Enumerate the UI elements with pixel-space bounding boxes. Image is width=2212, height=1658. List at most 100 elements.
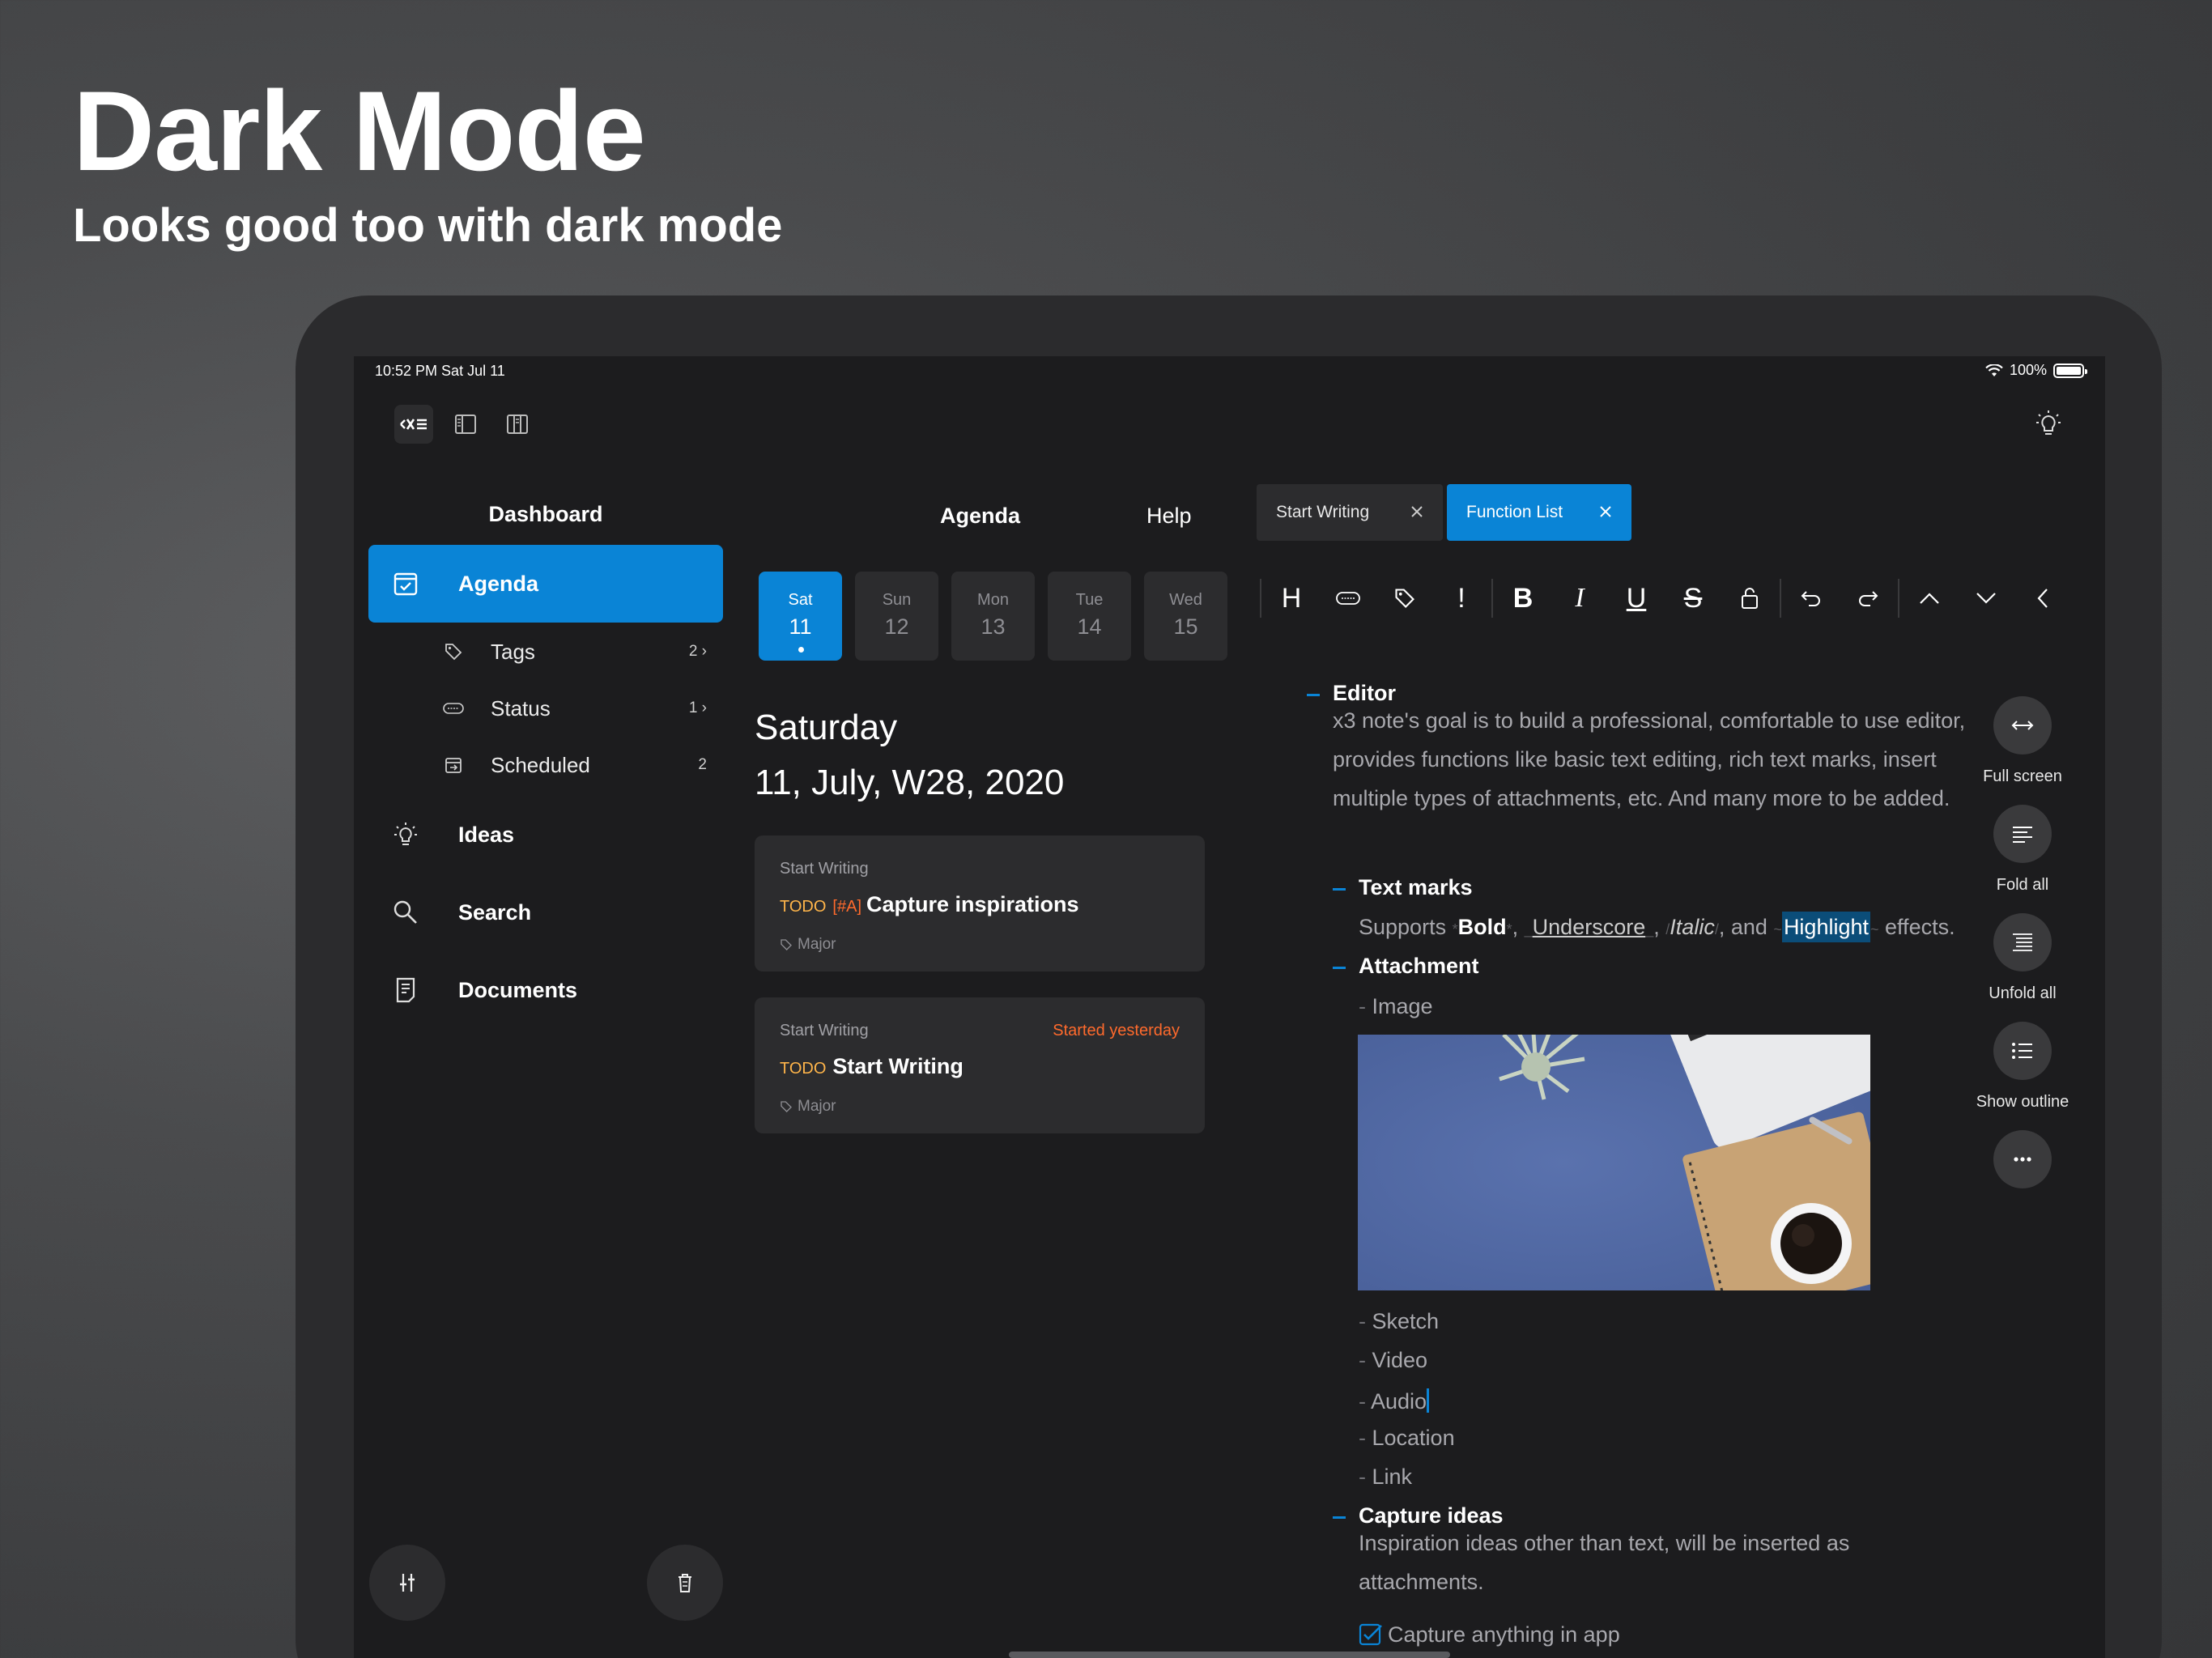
priority-icon[interactable]: ! [1433,570,1490,627]
tm-highlight: Highlight [1781,912,1870,942]
sidebar-subitem-count: 1 › [688,699,707,716]
underline-icon[interactable]: U [1608,570,1665,627]
attachment-label: Video [1372,1348,1428,1372]
sidebar-subitem-label: Scheduled [491,752,590,777]
heading-attachment[interactable]: Attachment [1359,955,1479,977]
checklist-item[interactable]: Capture anything in app [1359,1622,1620,1647]
outline-marker[interactable] [1333,888,1346,891]
more-button[interactable] [1974,1130,2071,1188]
sidebar-subitem-scheduled[interactable]: Scheduled 2 [368,741,723,789]
day-sat[interactable]: Sat 11 [759,572,842,661]
split-layout-icon[interactable] [498,405,537,444]
card-tag: Major [780,1098,836,1116]
trash-button[interactable] [647,1545,723,1621]
bold-icon[interactable]: B [1495,570,1551,627]
move-down-icon[interactable] [1958,570,2014,627]
capture-paragraph[interactable]: Inspiration ideas other than text, will … [1359,1524,1925,1601]
text-marks-line[interactable]: Supports *Bold*, _Underscore_, /Italic/,… [1359,912,1955,942]
redo-icon[interactable] [1840,570,1896,627]
day-name: Tue [1075,591,1104,609]
day-wed[interactable]: Wed 15 [1144,572,1227,661]
sidebar-layout-icon[interactable] [446,405,485,444]
sidebar-subitem-tags[interactable]: Tags 2 › [368,627,723,676]
attachment-item[interactable]: - Image [1359,996,1433,1018]
card-title: TODO Start Writing [780,1054,963,1079]
search-icon [389,896,422,929]
bold-glyph: B [1512,582,1534,614]
agenda-card[interactable]: Start Writing Started yesterday TODO Star… [755,997,1205,1133]
close-icon[interactable] [1407,502,1427,521]
italic-icon[interactable]: I [1551,570,1608,627]
attachment-item[interactable]: - Audio [1359,1388,1430,1413]
mark-delimiter: * [1506,921,1512,937]
close-icon[interactable] [1596,502,1615,521]
tm-comma: , [1512,915,1519,939]
attached-image[interactable] [1358,1035,1870,1290]
settings-button[interactable] [369,1545,445,1621]
sidebar-subitem-count: 2 › [688,643,707,660]
day-mon[interactable]: Mon 13 [951,572,1035,661]
attachment-item[interactable]: - Video [1359,1350,1427,1371]
collapse-icon[interactable] [2014,570,2071,627]
list-bullet: - [1359,1426,1372,1450]
day-name: Mon [977,591,1009,609]
home-indicator[interactable] [1009,1652,1450,1658]
heading-icon[interactable]: H [1263,570,1320,627]
tag-icon[interactable] [1376,570,1433,627]
day-name: Sun [882,591,912,609]
document-icon [389,974,422,1006]
attachment-item[interactable]: - Location [1359,1427,1455,1449]
list-bullet: - [1359,1309,1372,1333]
battery-percent: 100% [2009,362,2047,378]
tab-start-writing[interactable]: Start Writing [1257,484,1443,541]
fullscreen-button[interactable]: Full screen [1974,696,2071,786]
undo-icon[interactable] [1783,570,1840,627]
selected-date-title: 11, July, W28, 2020 [755,763,1065,802]
outline-marker[interactable] [1333,1516,1346,1519]
tm-underscore: Underscore [1532,915,1646,939]
sidebar-item-documents[interactable]: Documents [368,951,723,1029]
card-tag-label: Major [798,936,836,953]
day-number: 12 [884,614,909,639]
show-outline-button[interactable]: Show outline [1974,1022,2071,1112]
help-link[interactable]: Help [1146,504,1192,529]
outline-marker[interactable] [1333,967,1346,969]
card-project: Start Writing [780,860,869,878]
battery-icon [2053,363,2087,378]
card-tag-label: Major [798,1098,836,1115]
fold-all-icon [1993,805,2052,863]
fullscreen-icon [1993,696,2052,755]
text-cursor [1427,1388,1430,1413]
more-icon [1993,1130,2052,1188]
lightbulb-icon[interactable] [2029,405,2068,444]
attachment-item[interactable]: - Link [1359,1466,1412,1488]
sidebar-subitem-status[interactable]: Status 1 › [368,684,723,733]
move-up-icon[interactable] [1901,570,1958,627]
card-title-text: Capture inspirations [866,892,1079,916]
unfold-all-icon [1993,913,2052,971]
fold-all-button[interactable]: Fold all [1974,805,2071,895]
unfold-all-button[interactable]: Unfold all [1974,913,2071,1003]
heading-text-marks[interactable]: Text marks [1359,877,1473,899]
todo-icon[interactable] [1320,570,1376,627]
day-sun[interactable]: Sun 12 [855,572,938,661]
action-label: Fold all [1996,876,2049,894]
strikethrough-icon[interactable]: S [1665,570,1721,627]
priority-label: [#A] [832,898,861,916]
sidebar-item-search[interactable]: Search [368,874,723,951]
editor-paragraph[interactable]: x3 note's goal is to build a professiona… [1333,701,1972,818]
checkbox-checked-icon[interactable] [1359,1622,1383,1647]
day-tue[interactable]: Tue 14 [1048,572,1131,661]
sidebar-item-ideas[interactable]: Ideas [368,796,723,874]
tab-function-list[interactable]: Function List [1447,484,1631,541]
sidebar-item-agenda[interactable]: Agenda [368,545,723,623]
sidebar-subitem-label: Status [491,695,551,721]
agenda-card[interactable]: Start Writing TODO [#A] Capture inspiratio… [755,835,1205,971]
attachment-item[interactable]: - Sketch [1359,1311,1439,1333]
attachment-label: Link [1372,1465,1413,1489]
tm-effects: effects. [1885,915,1955,939]
tag-icon [781,939,792,950]
x3-logo-icon[interactable] [394,405,433,444]
lock-icon[interactable] [1721,570,1778,627]
outline-marker[interactable] [1307,694,1320,696]
